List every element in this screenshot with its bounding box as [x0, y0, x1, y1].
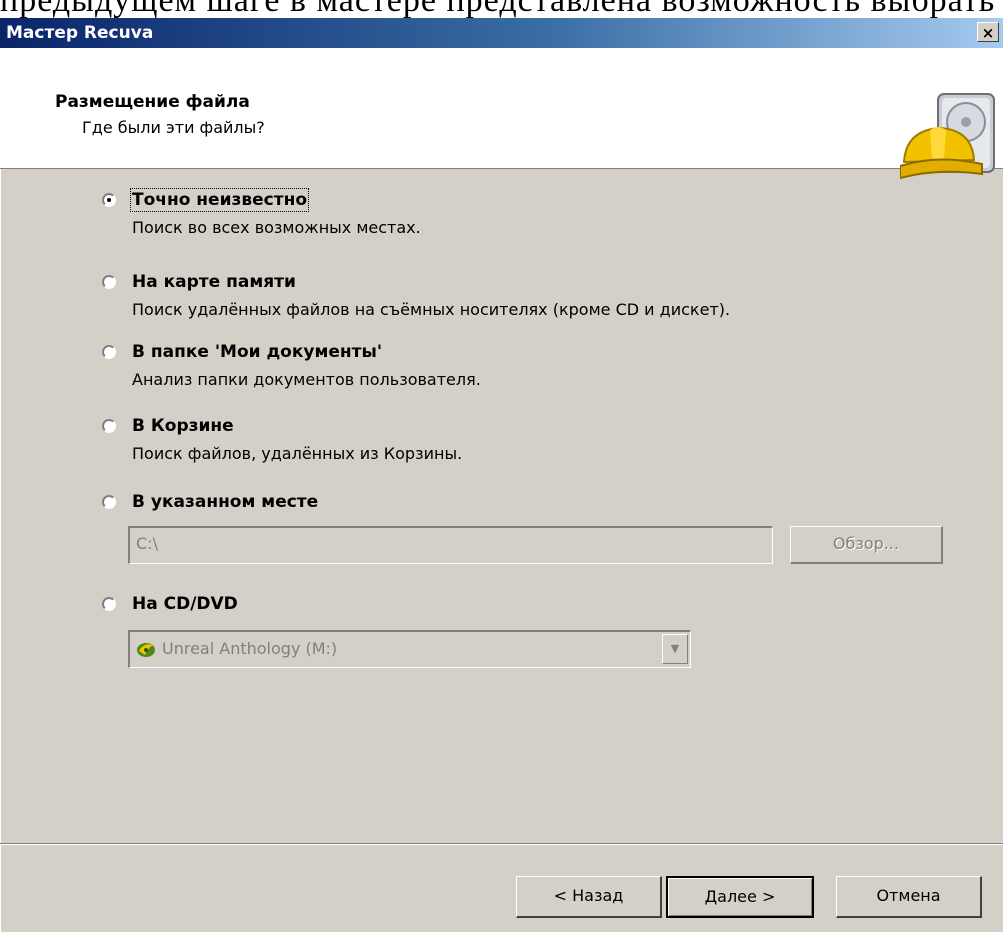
option-my-documents-label[interactable]: В папке 'Мои документы' [132, 342, 382, 362]
radio-specific-location[interactable] [102, 495, 116, 509]
option-memory-card[interactable]: На карте памяти Поиск удалённых файлов н… [102, 272, 862, 322]
option-specific-location-label[interactable]: В указанном месте [132, 492, 318, 512]
drive-select-value: Unreal Anthology (M:) [162, 639, 338, 658]
drive-select[interactable]: Unreal Anthology (M:) ▼ [128, 630, 691, 668]
page-title: Размещение файла [55, 92, 250, 112]
option-memory-card-desc: Поиск удалённых файлов на съёмных носите… [132, 300, 731, 319]
footer-divider-highlight [0, 844, 1003, 845]
option-recycle-bin-label[interactable]: В Корзине [132, 416, 234, 436]
radio-recycle-bin[interactable] [102, 419, 116, 433]
browse-button[interactable]: Обзор... [790, 526, 943, 564]
option-my-documents-desc: Анализ папки документов пользователя. [132, 370, 481, 389]
chevron-down-icon[interactable]: ▼ [662, 634, 688, 664]
window-title: Мастер Recuva [6, 23, 154, 43]
option-unknown-label[interactable]: Точно неизвестно [130, 188, 309, 212]
cd-drive-icon [137, 643, 155, 657]
close-button[interactable]: × [977, 22, 999, 42]
recuva-wizard-dialog: Мастер Recuva × Размещение файла Где был… [0, 18, 1003, 932]
option-memory-card-label[interactable]: На карте памяти [132, 272, 296, 292]
close-icon: × [981, 24, 995, 42]
back-button[interactable]: < Назад [516, 876, 662, 918]
option-unknown-desc: Поиск во всех возможных местах. [132, 218, 421, 237]
radio-cd-dvd[interactable] [102, 597, 116, 611]
option-unknown[interactable]: Точно неизвестно Поиск во всех возможных… [102, 188, 862, 240]
option-cd-dvd-label[interactable]: На CD/DVD [132, 594, 238, 614]
wizard-header: Размещение файла Где были эти файлы? [0, 48, 1003, 180]
option-my-documents[interactable]: В папке 'Мои документы' Анализ папки док… [102, 342, 862, 392]
option-recycle-bin[interactable]: В Корзине Поиск файлов, удалённых из Кор… [102, 416, 862, 466]
option-cd-dvd[interactable]: На CD/DVD [102, 594, 862, 618]
page-subtitle: Где были эти файлы? [82, 118, 265, 137]
path-input[interactable]: C:\ [128, 526, 773, 564]
radio-my-documents[interactable] [102, 345, 116, 359]
option-recycle-bin-desc: Поиск файлов, удалённых из Корзины. [132, 444, 463, 463]
radio-memory-card[interactable] [102, 275, 116, 289]
recuva-hardhat-drive-icon [900, 93, 995, 180]
radio-unknown[interactable] [102, 193, 116, 207]
cancel-button[interactable]: Отмена [836, 876, 982, 918]
option-specific-location[interactable]: В указанном месте [102, 492, 862, 516]
next-button[interactable]: Далее > [666, 876, 814, 918]
title-bar[interactable]: Мастер Recuva × [0, 18, 1003, 48]
